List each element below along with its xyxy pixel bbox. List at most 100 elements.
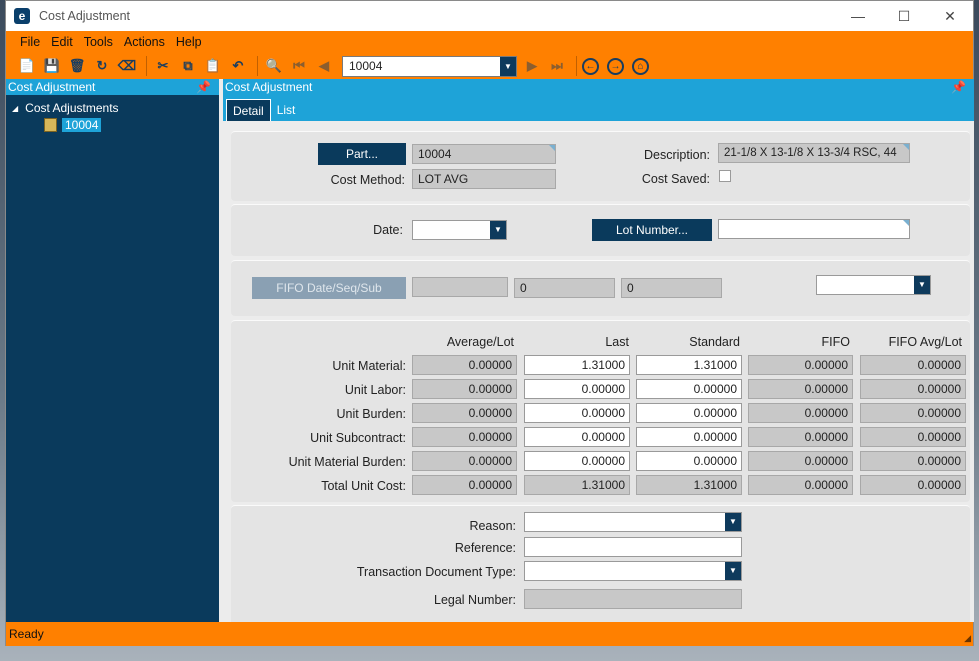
chevron-down-icon[interactable]: ▼ [725, 562, 741, 580]
unit-burden-last[interactable]: 0.00000 [524, 403, 630, 423]
reference-field[interactable] [524, 537, 742, 557]
calendar-dropdown-icon[interactable]: ▼ [490, 221, 506, 239]
menu-actions[interactable]: Actions [124, 35, 165, 49]
reason-label: Reason: [469, 519, 516, 533]
unit-subcontract-last[interactable]: 0.00000 [524, 427, 630, 447]
total-unit-cost-fifo-avg: 0.00000 [860, 475, 966, 495]
row-label-unit-burden: Unit Burden: [336, 407, 406, 421]
unit-subcontract-standard[interactable]: 0.00000 [636, 427, 742, 447]
part-button[interactable]: Part... [318, 143, 406, 165]
unit-material-burden-last[interactable]: 0.00000 [524, 451, 630, 471]
fifo-date-field [412, 277, 508, 297]
unit-burden-standard[interactable]: 0.00000 [636, 403, 742, 423]
search-icon[interactable]: 🔍 [263, 55, 285, 77]
tree-item[interactable]: 10004 [12, 117, 213, 133]
clipboard-icon [44, 118, 57, 132]
fifo-sub-field: 0 [621, 278, 722, 298]
back-icon[interactable]: ← [582, 57, 599, 75]
menu-file[interactable]: File [20, 35, 40, 49]
unit-burden-fifo-avg: 0.00000 [860, 403, 966, 423]
row-label-total-unit-cost: Total Unit Cost: [321, 479, 406, 493]
fifo-section: FIFO Date/Seq/Sub 0 0 ▼ [231, 260, 970, 316]
chevron-down-icon[interactable]: ▼ [725, 513, 741, 531]
delete-icon[interactable]: 🗑 [66, 55, 88, 77]
toolbar-divider [146, 56, 147, 76]
fifo-date-button[interactable]: FIFO Date/Seq/Sub [252, 277, 406, 299]
previous-record-icon[interactable]: ◀ [313, 55, 335, 77]
cost-saved-checkbox[interactable] [719, 170, 731, 182]
date-section: Date: ▼ Lot Number... [231, 204, 970, 256]
copy-icon[interactable]: ⧉ [177, 55, 199, 77]
col-header-fifo: FIFO [821, 335, 850, 349]
record-selector[interactable]: 10004 ▼ [342, 55, 517, 77]
toolbar-divider [576, 56, 577, 76]
cost-method-field: LOT AVG [412, 169, 556, 189]
resize-grip-icon[interactable]: ◢ [964, 633, 971, 644]
maximize-button[interactable]: ☐ [881, 1, 927, 31]
tab-detail[interactable]: Detail [226, 99, 271, 121]
fifo-combo[interactable]: ▼ [816, 275, 931, 295]
pin-icon[interactable]: 📌 [196, 80, 211, 94]
unit-material-burden-standard[interactable]: 0.00000 [636, 451, 742, 471]
last-record-icon[interactable]: ⏭ [546, 55, 568, 77]
total-unit-cost-standard: 1.31000 [636, 475, 742, 495]
lot-number-button[interactable]: Lot Number... [592, 219, 712, 241]
total-unit-cost-fifo: 0.00000 [748, 475, 853, 495]
col-header-standard: Standard [689, 335, 740, 349]
home-icon[interactable]: ⌂ [632, 57, 649, 75]
pin-icon[interactable]: 📌 [951, 80, 966, 94]
chevron-down-icon[interactable]: ▼ [914, 276, 930, 294]
cost-method-label: Cost Method: [330, 173, 405, 187]
tree-panel-title: Cost Adjustment [8, 80, 96, 94]
unit-labor-standard[interactable]: 0.00000 [636, 379, 742, 399]
next-record-icon[interactable]: ▶ [521, 55, 543, 77]
part-field[interactable]: 10004 [412, 144, 556, 164]
tree-view: ◢ Cost Adjustments 10004 [6, 95, 219, 138]
description-field[interactable]: 21-1/8 X 13-1/8 X 13-3/4 RSC, 44 ECT C [718, 143, 910, 163]
undo-icon[interactable]: ↶ [227, 55, 249, 77]
window-title: Cost Adjustment [39, 9, 131, 23]
menu-edit[interactable]: Edit [51, 35, 73, 49]
row-label-unit-material-burden: Unit Material Burden: [288, 455, 406, 469]
forward-icon[interactable]: → [607, 57, 624, 75]
chevron-down-icon[interactable]: ▼ [500, 56, 516, 76]
transaction-document-type-combo[interactable]: ▼ [524, 561, 742, 581]
paste-icon[interactable]: 📋 [202, 55, 224, 77]
cost-grid-section: Average/Lot Last Standard FIFO FIFO Avg/… [231, 320, 970, 502]
unit-subcontract-fifo: 0.00000 [748, 427, 853, 447]
tree-panel: Cost Adjustment 📌 ◢ Cost Adjustments 100… [6, 79, 219, 622]
col-header-average-lot: Average/Lot [446, 335, 514, 349]
unit-material-fifo: 0.00000 [748, 355, 853, 375]
date-field[interactable]: ▼ [412, 220, 507, 240]
record-value: 10004 [349, 59, 383, 73]
close-button[interactable]: ✕ [927, 1, 973, 31]
total-unit-cost-last: 1.31000 [524, 475, 630, 495]
unit-material-average: 0.00000 [412, 355, 517, 375]
first-record-icon[interactable]: ⏮ [288, 55, 310, 77]
menu-help[interactable]: Help [176, 35, 202, 49]
unit-material-standard[interactable]: 1.31000 [636, 355, 742, 375]
cut-icon[interactable]: ✂ [152, 55, 174, 77]
clear-icon[interactable]: ⌫ [116, 55, 138, 77]
reason-combo[interactable]: ▼ [524, 512, 742, 532]
toolbar-divider [257, 56, 258, 76]
app-logo-icon: e [14, 8, 30, 24]
date-label: Date: [373, 223, 403, 237]
menu-tools[interactable]: Tools [84, 35, 113, 49]
new-icon[interactable]: 📄 [16, 55, 38, 77]
description-label: Description: [644, 148, 710, 162]
tab-list[interactable]: List [271, 99, 302, 121]
status-text: Ready [9, 627, 44, 641]
save-icon[interactable]: 💾 [41, 55, 63, 77]
lot-number-field[interactable] [718, 219, 910, 239]
unit-labor-fifo-avg: 0.00000 [860, 379, 966, 399]
minimize-button[interactable]: — [835, 1, 881, 31]
tree-root[interactable]: ◢ Cost Adjustments [12, 100, 213, 116]
unit-material-burden-average: 0.00000 [412, 451, 517, 471]
unit-material-last[interactable]: 1.31000 [524, 355, 630, 375]
app-window: e Cost Adjustment — ☐ ✕ File Edit Tools … [5, 0, 974, 646]
unit-labor-last[interactable]: 0.00000 [524, 379, 630, 399]
refresh-icon[interactable]: ↻ [91, 55, 113, 77]
collapse-triangle-icon[interactable]: ◢ [12, 104, 18, 113]
legal-number-field [524, 589, 742, 609]
